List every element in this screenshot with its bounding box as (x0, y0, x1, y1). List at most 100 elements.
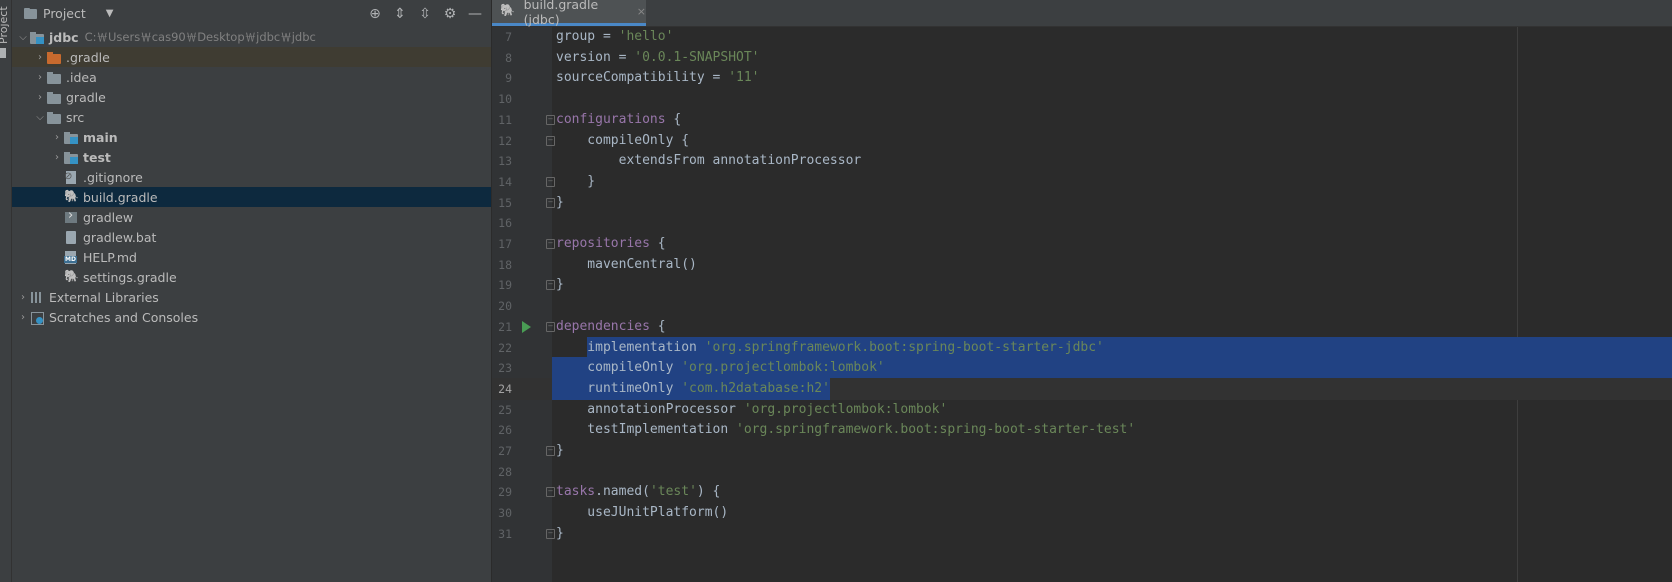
fold-icon[interactable]: − (546, 197, 555, 208)
tree-item-label: .gitignore (83, 169, 143, 185)
chevron-right-icon[interactable]: › (16, 312, 30, 323)
tree-item-label: settings.gradle (83, 269, 177, 285)
identifier: tasks (556, 484, 596, 500)
line-number: 16 (498, 216, 512, 231)
minimize-icon[interactable]: — (467, 6, 483, 22)
folder-icon (47, 91, 61, 104)
tree-item-label: gradle (66, 89, 106, 105)
line-number: 30 (498, 506, 512, 521)
code-line: 19 −} (492, 274, 1672, 296)
tree-item[interactable]: gradlew (12, 207, 491, 227)
code-token: compileOnly (556, 360, 682, 376)
tree-item[interactable]: › External Libraries (12, 287, 491, 307)
editor-tab-bar: build.gradle (jdbc) × (492, 0, 1672, 27)
project-panel-title: Project (43, 6, 86, 21)
code-line: 21 − dependencies { (492, 316, 1672, 338)
code-token: annotationProcessor (556, 401, 744, 417)
tree-item[interactable]: › main (12, 127, 491, 147)
gear-icon[interactable]: ⚙ (442, 6, 458, 22)
code-token: runtimeOnly (556, 380, 682, 396)
line-number: 17 (498, 237, 512, 251)
code-token: sourceCompatibility = (556, 70, 729, 86)
tree-item[interactable]: › .idea (12, 67, 491, 87)
fold-icon[interactable]: − (546, 114, 555, 125)
code-text: configurations { (556, 109, 681, 131)
tree-item[interactable]: settings.gradle (12, 267, 491, 287)
chevron-down-icon[interactable]: ⌵ (16, 32, 30, 43)
code-text: compileOnly 'org.projectlombok:lombok' (556, 357, 884, 379)
tree-item-label: Scratches and Consoles (49, 309, 199, 325)
code-text: mavenCentral() (556, 254, 697, 276)
tree-item[interactable]: › test (12, 147, 491, 167)
fold-icon[interactable]: − (546, 176, 555, 187)
project-folder-icon (24, 8, 37, 19)
string-literal: 'com.h2database:h2' (681, 380, 830, 396)
fold-icon[interactable]: − (546, 446, 555, 456)
gradle-icon (64, 191, 78, 204)
tree-item-label: test (83, 149, 111, 165)
tree-item[interactable]: HELP.md (12, 247, 491, 267)
tree-item[interactable]: › gradle (12, 87, 491, 107)
chevron-down-icon[interactable]: ⌵ (33, 112, 47, 123)
run-icon[interactable] (522, 320, 531, 333)
code-line: 22 implementation 'org.springframework.b… (492, 337, 1672, 359)
code-token: } (556, 525, 564, 541)
project-view-selector[interactable]: Project ▼ (24, 0, 113, 27)
line-number: 28 (498, 464, 512, 479)
code-token: { (649, 318, 666, 334)
fold-icon[interactable]: − (546, 487, 555, 498)
tab-build-gradle[interactable]: build.gradle (jdbc) × (492, 0, 646, 27)
tree-item-label: HELP.md (83, 249, 137, 265)
chevron-down-icon[interactable]: ▼ (106, 8, 114, 19)
fold-icon[interactable]: − (546, 280, 555, 291)
gradle-icon (64, 271, 78, 284)
chevron-right-icon[interactable]: › (50, 152, 64, 163)
code-editor[interactable]: 7 group = 'hello' 8 version = '0.0.1-SNAPSH… (492, 27, 1672, 582)
code-token: ) { (696, 484, 721, 500)
code-text: } (556, 440, 564, 462)
fold-icon[interactable]: − (546, 528, 555, 539)
chevron-right-icon[interactable]: › (33, 52, 47, 63)
string-literal: 'org.springframework.boot:spring-boot-st… (704, 339, 1104, 355)
chevron-right-icon[interactable]: › (33, 92, 47, 103)
code-line: 25 annotationProcessor 'org.projectlombo… (492, 399, 1672, 421)
tree-item[interactable]: ⌵ src (12, 107, 491, 127)
line-number: 26 (498, 423, 512, 438)
code-line: 26 testImplementation 'org.springframewo… (492, 419, 1672, 441)
fold-icon[interactable]: − (546, 321, 555, 332)
string-literal: 'hello' (618, 29, 674, 44)
code-line: 13 extendsFrom annotationProcessor (492, 150, 1672, 172)
project-panel-header: Project ▼ ⊕ ⇕ ⇳ ⚙ — (12, 0, 491, 27)
tree-item[interactable]: › .gradle (12, 47, 491, 67)
scratch-icon (30, 311, 44, 325)
chevron-right-icon[interactable]: › (50, 132, 64, 143)
collapse-all-icon[interactable]: ⇳ (417, 6, 433, 22)
tree-item[interactable]: ⌵ jdbc C:￦Users￦cas90￦Desktop￦jdbc￦jdbc (12, 27, 491, 47)
code-text: annotationProcessor 'org.projectlombok:l… (556, 399, 947, 421)
code-line: 30 useJUnitPlatform() (492, 502, 1672, 524)
tree-item[interactable]: .gitignore (12, 167, 491, 187)
tree-item[interactable]: gradlew.bat (12, 227, 491, 247)
fold-icon[interactable]: − (546, 135, 555, 146)
line-number: 15 (498, 195, 512, 210)
code-token: } (556, 277, 564, 293)
tree-item[interactable]: › Scratches and Consoles (12, 307, 491, 327)
line-number: 14 (498, 174, 512, 189)
code-line: 27 −} (492, 440, 1672, 462)
tree-item[interactable]: build.gradle (12, 187, 491, 207)
close-icon[interactable]: × (637, 5, 646, 18)
chevron-right-icon[interactable]: › (33, 72, 47, 83)
ignore-file-icon (64, 170, 78, 184)
chevron-right-icon[interactable]: › (16, 292, 30, 303)
tree-item-label: main (83, 129, 118, 145)
file-icon (64, 230, 78, 244)
line-number: 25 (498, 402, 512, 417)
expand-all-icon[interactable]: ⇕ (392, 6, 408, 22)
code-token: testImplementation (556, 422, 737, 438)
code-text: group = 'hello' (556, 26, 673, 48)
locate-icon[interactable]: ⊕ (367, 6, 383, 22)
code-line: 20 (492, 295, 1672, 317)
fold-icon[interactable]: − (546, 239, 555, 249)
code-line: 16 (492, 212, 1672, 234)
markdown-icon (64, 250, 78, 264)
